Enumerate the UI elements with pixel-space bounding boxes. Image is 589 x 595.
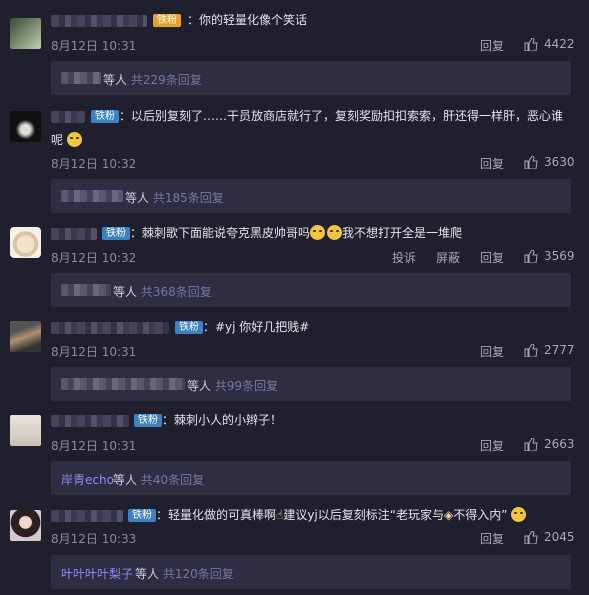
- comment-text: ：棘刺小人的小辫子！: [162, 413, 283, 427]
- reply-button[interactable]: 回复: [480, 37, 504, 54]
- thumbs-up-icon[interactable]: [524, 156, 538, 169]
- emoji-icon: [327, 225, 343, 240]
- diamond-icon: ◈: [443, 508, 454, 522]
- reply-thread-text: 等人 共120条回复: [135, 567, 234, 581]
- comment-date: 8月12日 10:31: [51, 345, 137, 359]
- reply-thread[interactable]: 岸青echo 等人 共40条回复: [51, 461, 571, 495]
- comment-date: 8月12日 10:32: [51, 251, 137, 265]
- avatar[interactable]: [10, 321, 41, 352]
- avatar[interactable]: [10, 510, 41, 541]
- fan-badge[interactable]: 铁粉: [91, 110, 119, 123]
- reply-thread[interactable]: 等人 共185条回复: [51, 179, 571, 213]
- report-button[interactable]: 投诉: [392, 249, 416, 266]
- emoji-icon: [511, 507, 527, 522]
- reply-user-blurred: [61, 72, 101, 84]
- reply-thread-text: 等人 共368条回复: [113, 285, 212, 299]
- reply-thread-text: 等人 共229条回复: [103, 73, 202, 87]
- comment-date: 8月12日 10:33: [51, 532, 137, 546]
- avatar[interactable]: [10, 227, 41, 258]
- reply-user-blurred: [61, 378, 185, 390]
- thumbs-up-icon[interactable]: [524, 438, 538, 451]
- reply-button[interactable]: 回复: [480, 155, 504, 172]
- like-count: 2663: [544, 437, 575, 451]
- comment-text: ：你的轻量化像个笑话: [187, 13, 308, 27]
- username-blurred[interactable]: [51, 322, 169, 334]
- reply-button[interactable]: 回复: [480, 530, 504, 547]
- reply-thread-text: 等人 共185条回复: [125, 191, 224, 205]
- emoji-icon: [310, 225, 326, 240]
- reply-button[interactable]: 回复: [480, 437, 504, 454]
- like-count: 3569: [544, 249, 575, 263]
- username-blurred[interactable]: [51, 510, 123, 522]
- comment-date: 8月12日 10:32: [51, 157, 137, 171]
- thumbs-up-icon[interactable]: [524, 344, 538, 357]
- reply-thread[interactable]: 等人 共368条回复: [51, 273, 571, 307]
- reply-thread-text: 等人 共99条回复: [187, 379, 279, 393]
- like-count: 2045: [544, 530, 575, 544]
- avatar[interactable]: [10, 415, 41, 446]
- reply-user-blurred: [61, 190, 123, 202]
- like-count: 2777: [544, 343, 575, 357]
- reply-thread[interactable]: 叶叶叶叶梨子 等人 共120条回复: [51, 555, 571, 589]
- reply-username[interactable]: 岸青echo: [61, 471, 114, 488]
- avatar[interactable]: [10, 18, 41, 49]
- reply-username[interactable]: 叶叶叶叶梨子: [61, 565, 133, 582]
- reply-thread-text: 等人 共40条回复: [113, 473, 205, 487]
- comment-date: 8月12日 10:31: [51, 439, 137, 453]
- comment-text: ：轻量化做的可真棒啊☝建议yj以后复刻标注“老玩家与◈不得入内”: [156, 505, 527, 525]
- fan-badge[interactable]: 铁粉: [102, 227, 130, 240]
- reply-button[interactable]: 回复: [480, 343, 504, 360]
- reply-thread[interactable]: 等人 共229条回复: [51, 61, 571, 95]
- username-blurred[interactable]: [51, 111, 85, 123]
- comment-text-continued: 呢: [51, 130, 82, 150]
- comment-text: ：棘刺歌下面能说夸克黑皮帅哥吗 我不想打开全是一堆爬: [130, 225, 463, 240]
- thumbs-up-icon[interactable]: [524, 250, 538, 263]
- fan-badge[interactable]: 铁粉: [175, 321, 203, 334]
- fan-badge[interactable]: 铁粉: [134, 414, 162, 427]
- fan-badge[interactable]: 铁粉: [153, 14, 181, 27]
- block-button[interactable]: 屏蔽: [436, 249, 460, 266]
- reply-button[interactable]: 回复: [480, 249, 504, 266]
- thumbs-up-icon[interactable]: [524, 38, 538, 51]
- emoji-icon: [66, 132, 82, 147]
- comment-text: ：#yj 你好几把贱#: [203, 320, 310, 334]
- comment-text: ：以后别复刻了……干员放商店就行了，复刻奖励扣扣索索，肝还得一样肝，恶心谁: [119, 109, 564, 123]
- reply-thread[interactable]: 等人 共99条回复: [51, 367, 571, 401]
- username-blurred[interactable]: [51, 415, 129, 427]
- fan-badge[interactable]: 铁粉: [128, 509, 156, 522]
- like-count: 4422: [544, 37, 575, 51]
- like-count: 3630: [544, 155, 575, 169]
- comment-date: 8月12日 10:31: [51, 39, 137, 53]
- avatar[interactable]: [10, 111, 41, 142]
- username-blurred[interactable]: [51, 228, 97, 240]
- username-blurred[interactable]: [51, 15, 147, 27]
- reply-user-blurred: [61, 284, 111, 296]
- thumbs-up-icon[interactable]: [524, 531, 538, 544]
